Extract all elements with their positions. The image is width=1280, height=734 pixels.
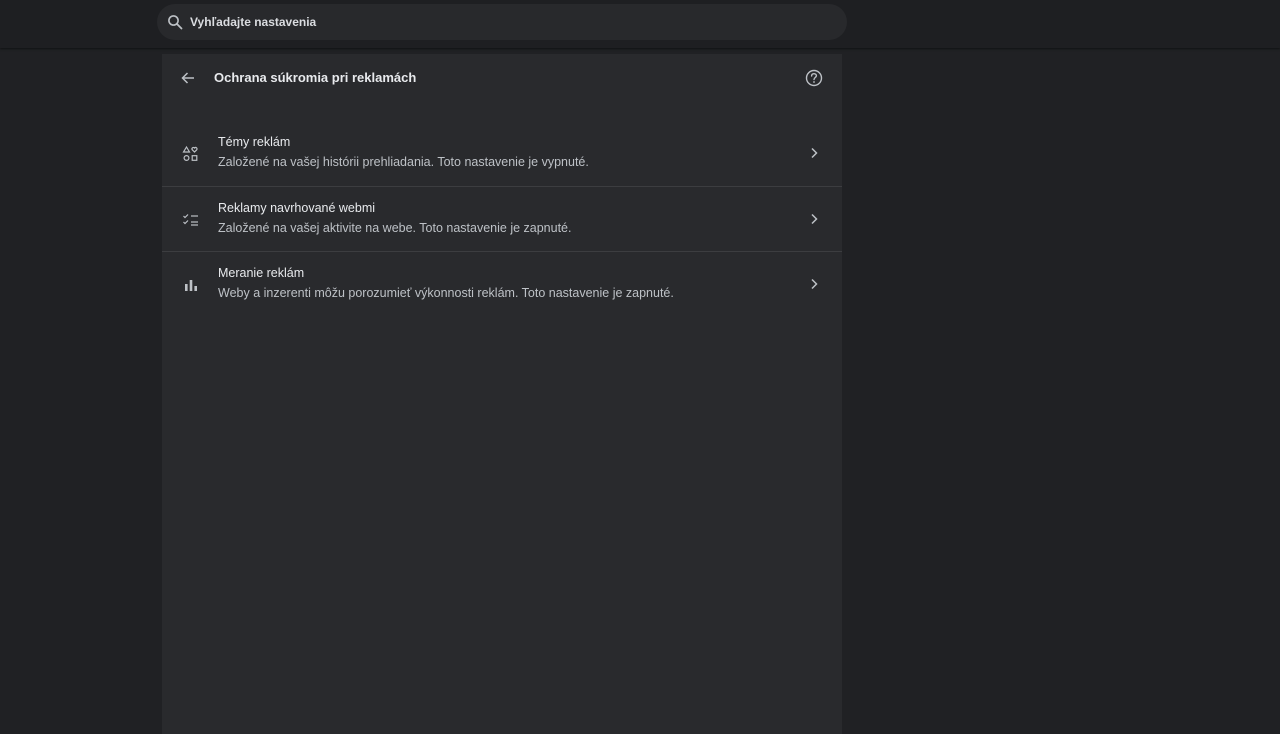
top-toolbar [0,0,1280,48]
bar-chart-icon [185,280,197,291]
ad-measurement-row[interactable]: Meranie reklám Weby a inzerenti môžu por… [162,251,842,316]
site-suggested-ads-subtitle: Založené na vašej aktivite na webe. Toto… [218,221,572,235]
back-button[interactable] [176,66,200,90]
site-suggested-ads-title: Reklamy navrhované webmi [218,201,376,215]
chevron-right-icon [811,213,818,225]
ad-topics-subtitle: Založené na vašej histórii prehliadania.… [218,155,589,169]
checklist-icon [183,214,198,226]
ad-privacy-panel: Ochrana súkromia pri reklamách Témy rekl… [162,54,842,734]
ad-measurement-title: Meranie reklám [218,266,305,280]
chevron-right-icon [811,278,818,290]
search-box[interactable] [157,4,847,40]
ad-topics-row[interactable]: Témy reklám Založené na vašej histórii p… [162,121,842,185]
search-input[interactable] [190,12,830,32]
ad-topics-title: Témy reklám [218,135,291,149]
search-icon [168,15,183,30]
help-button[interactable] [802,66,826,90]
help-icon [805,69,823,87]
page-title: Ochrana súkromia pri reklamách [214,70,417,85]
ad-measurement-subtitle: Weby a inzerenti môžu porozumieť výkonno… [218,286,674,300]
arrow-back-icon [181,72,194,84]
chevron-right-icon [811,147,818,159]
site-suggested-ads-row[interactable]: Reklamy navrhované webmi Založené na vaš… [162,186,842,251]
ad-topics-icon [182,145,198,162]
